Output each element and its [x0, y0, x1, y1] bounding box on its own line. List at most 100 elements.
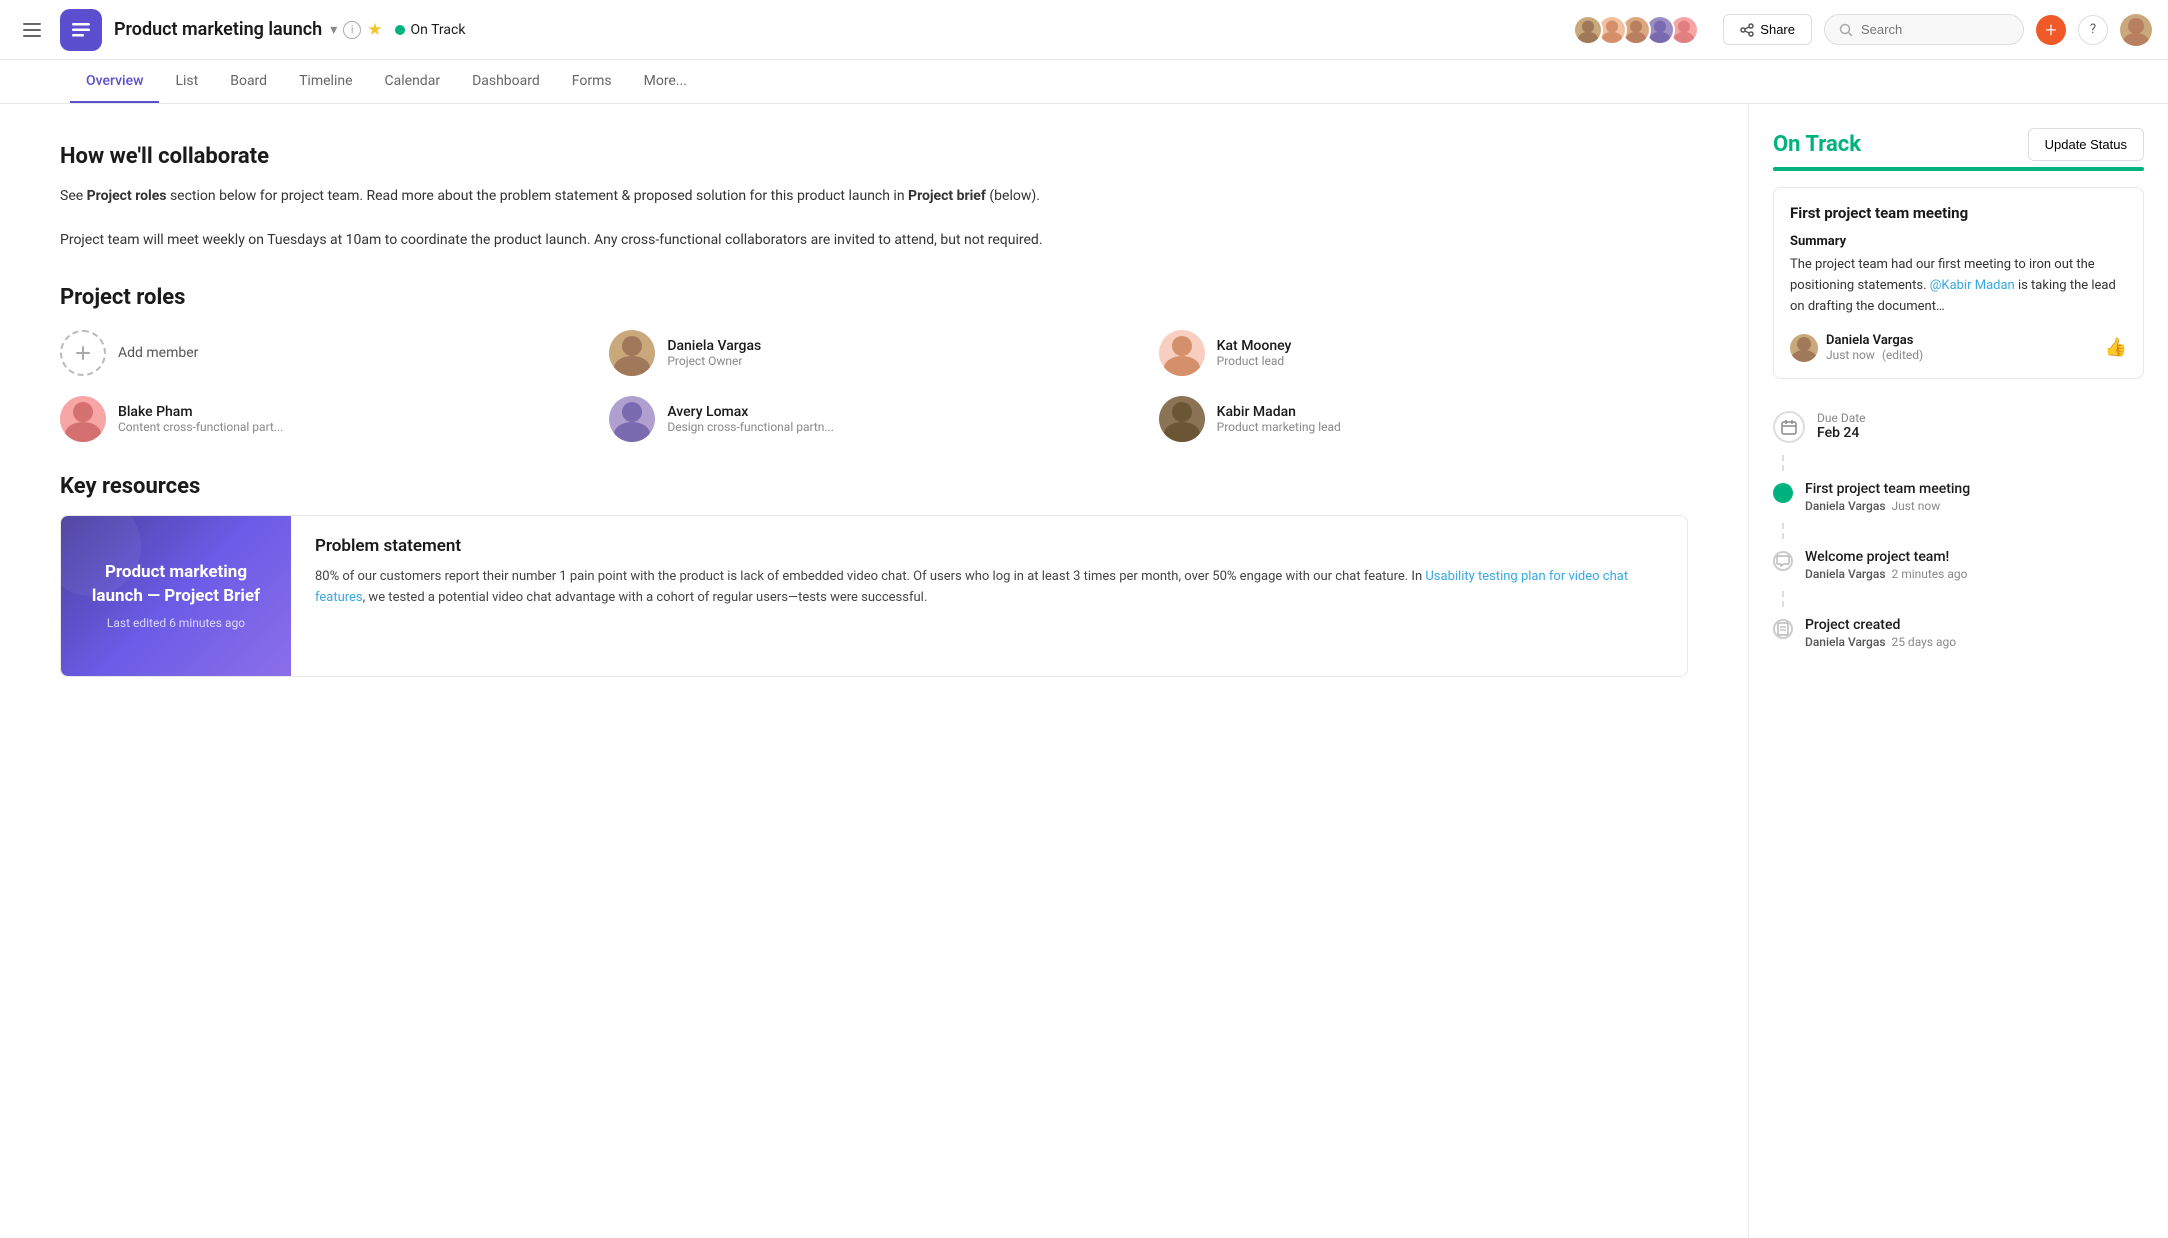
- menu-button[interactable]: [16, 14, 48, 46]
- avatar-daniela: [609, 330, 655, 376]
- update-status-button[interactable]: Update Status: [2028, 128, 2144, 161]
- timeline-event-meta-2: Daniela Vargas 2 minutes ago: [1805, 567, 1967, 581]
- sidebar-header: On Track Update Status: [1773, 128, 2144, 161]
- role-name-blake: Blake Pham: [118, 404, 283, 420]
- role-name-kabir: Kabir Madan: [1217, 404, 1341, 420]
- search-box[interactable]: [1824, 14, 2024, 45]
- project-title-area: Product marketing launch ▾ i ★ On Track: [114, 19, 465, 40]
- share-button[interactable]: Share: [1723, 14, 1812, 45]
- timeline-event-title-1: First project team meeting: [1805, 481, 1970, 497]
- author-time: Just now (edited): [1826, 348, 1923, 362]
- timeline-dot-green: [1773, 483, 1793, 503]
- avatar-avery: [609, 396, 655, 442]
- timeline-event-meta-3: Daniela Vargas 25 days ago: [1805, 635, 1956, 649]
- help-button[interactable]: ?: [2078, 15, 2108, 45]
- add-button[interactable]: +: [2036, 15, 2066, 45]
- app-icon: [60, 9, 102, 51]
- role-title-avery: Design cross-functional partn...: [667, 420, 834, 434]
- timeline-item-meeting: First project team meeting Daniela Varga…: [1773, 471, 2144, 523]
- avatar[interactable]: [1573, 15, 1603, 45]
- timeline-item-created: Project created Daniela Vargas 25 days a…: [1773, 607, 2144, 659]
- main-layout: How we'll collaborate See Project roles …: [0, 104, 2168, 1238]
- collaborate-p2: Project team will meet weekly on Tuesday…: [60, 229, 1688, 253]
- search-input[interactable]: [1861, 22, 1991, 37]
- mention: @Kabir Madan: [1930, 278, 2015, 293]
- status-card: First project team meeting Summary The p…: [1773, 187, 2144, 379]
- status-text: On Track: [411, 22, 466, 38]
- due-date-value: Feb 24: [1817, 425, 1866, 441]
- role-name-avery: Avery Lomax: [667, 404, 834, 420]
- tab-timeline[interactable]: Timeline: [283, 61, 368, 103]
- summary-label: Summary: [1790, 234, 2127, 249]
- avatar-kat: [1159, 330, 1205, 376]
- add-member-placeholder[interactable]: [60, 330, 106, 376]
- tab-overview[interactable]: Overview: [70, 61, 159, 103]
- tab-forms[interactable]: Forms: [556, 61, 628, 103]
- tab-dashboard[interactable]: Dashboard: [456, 61, 556, 103]
- add-member-label[interactable]: Add member: [118, 345, 198, 361]
- tab-calendar[interactable]: Calendar: [369, 61, 457, 103]
- resource-thumbnail-title: Product marketing launch — Project Brief: [81, 561, 271, 609]
- roles-title: Project roles: [60, 285, 1688, 310]
- tab-list[interactable]: List: [159, 61, 214, 103]
- project-roles-section: Project roles Add member: [60, 285, 1688, 442]
- due-date-label: Due Date: [1817, 411, 1866, 425]
- role-card-blake: Blake Pham Content cross-functional part…: [60, 396, 589, 442]
- left-content: How we'll collaborate See Project roles …: [0, 104, 1748, 1238]
- resource-body-title: Problem statement: [315, 536, 1663, 556]
- add-member-card[interactable]: Add member: [60, 330, 589, 376]
- project-name: Product marketing launch: [114, 19, 322, 40]
- usability-link[interactable]: Usability testing plan for video chat fe…: [315, 569, 1628, 605]
- like-button[interactable]: 👍: [2105, 337, 2127, 358]
- timeline-dot-empty: [1773, 551, 1793, 571]
- title-icons: ▾ i ★: [330, 20, 382, 40]
- key-resources-section: Key resources Product marketing launch —…: [60, 474, 1688, 677]
- role-name-kat: Kat Mooney: [1217, 338, 1292, 354]
- status-card-text: The project team had our first meeting t…: [1790, 255, 2127, 317]
- tab-board[interactable]: Board: [214, 61, 283, 103]
- resource-body: Problem statement 80% of our customers r…: [291, 516, 1687, 676]
- roles-grid: Add member Daniela Vargas Project Owner: [60, 330, 1688, 442]
- calendar-icon: [1773, 411, 1805, 443]
- role-card-avery: Avery Lomax Design cross-functional part…: [609, 396, 1138, 442]
- status-card-title: First project team meeting: [1790, 204, 2127, 222]
- timeline-item-welcome: Welcome project team! Daniela Vargas 2 m…: [1773, 539, 2144, 591]
- info-icon[interactable]: i: [343, 21, 361, 39]
- timeline-event-title-2: Welcome project team!: [1805, 549, 1967, 565]
- resource-thumbnail[interactable]: Product marketing launch — Project Brief…: [61, 516, 291, 676]
- tab-more[interactable]: More...: [628, 61, 703, 103]
- search-icon: [1839, 23, 1853, 37]
- status-dot: [395, 25, 405, 35]
- status-badge: On Track: [395, 22, 466, 38]
- user-avatar[interactable]: [2120, 14, 2152, 46]
- team-avatars: [1573, 15, 1699, 45]
- avatar-blake: [60, 396, 106, 442]
- topbar: Product marketing launch ▾ i ★ On Track: [0, 0, 2168, 60]
- collaborate-p1: See Project roles section below for proj…: [60, 185, 1688, 209]
- timeline-event-title-3: Project created: [1805, 617, 1956, 633]
- timeline-connector-2: [1782, 523, 2144, 539]
- on-track-title: On Track: [1773, 132, 1861, 157]
- author-name: Daniela Vargas: [1826, 333, 1923, 348]
- resource-body-text: 80% of our customers report their number…: [315, 566, 1663, 609]
- subnav: Overview List Board Timeline Calendar Da…: [0, 60, 2168, 104]
- role-card-kat: Kat Mooney Product lead: [1159, 330, 1688, 376]
- role-title-blake: Content cross-functional part...: [118, 420, 283, 434]
- collaborate-title: How we'll collaborate: [60, 144, 1688, 169]
- star-icon[interactable]: ★: [367, 20, 382, 40]
- role-card-daniela: Daniela Vargas Project Owner: [609, 330, 1138, 376]
- role-title-kabir: Product marketing lead: [1217, 420, 1341, 434]
- timeline-event-meta-1: Daniela Vargas Just now: [1805, 499, 1970, 513]
- right-sidebar: On Track Update Status First project tea…: [1748, 104, 2168, 1238]
- role-title-kat: Product lead: [1217, 354, 1292, 368]
- status-bar: [1773, 167, 2144, 171]
- role-card-kabir: Kabir Madan Product marketing lead: [1159, 396, 1688, 442]
- status-card-footer: Daniela Vargas Just now (edited) 👍: [1790, 333, 2127, 362]
- due-date-item: Due Date Feb 24: [1773, 399, 2144, 455]
- timeline-connector-3: [1782, 591, 2144, 607]
- status-author: Daniela Vargas Just now (edited): [1790, 333, 1923, 362]
- author-avatar: [1790, 334, 1818, 362]
- resources-title: Key resources: [60, 474, 1688, 499]
- avatar-kabir: [1159, 396, 1205, 442]
- chevron-down-icon[interactable]: ▾: [330, 22, 337, 38]
